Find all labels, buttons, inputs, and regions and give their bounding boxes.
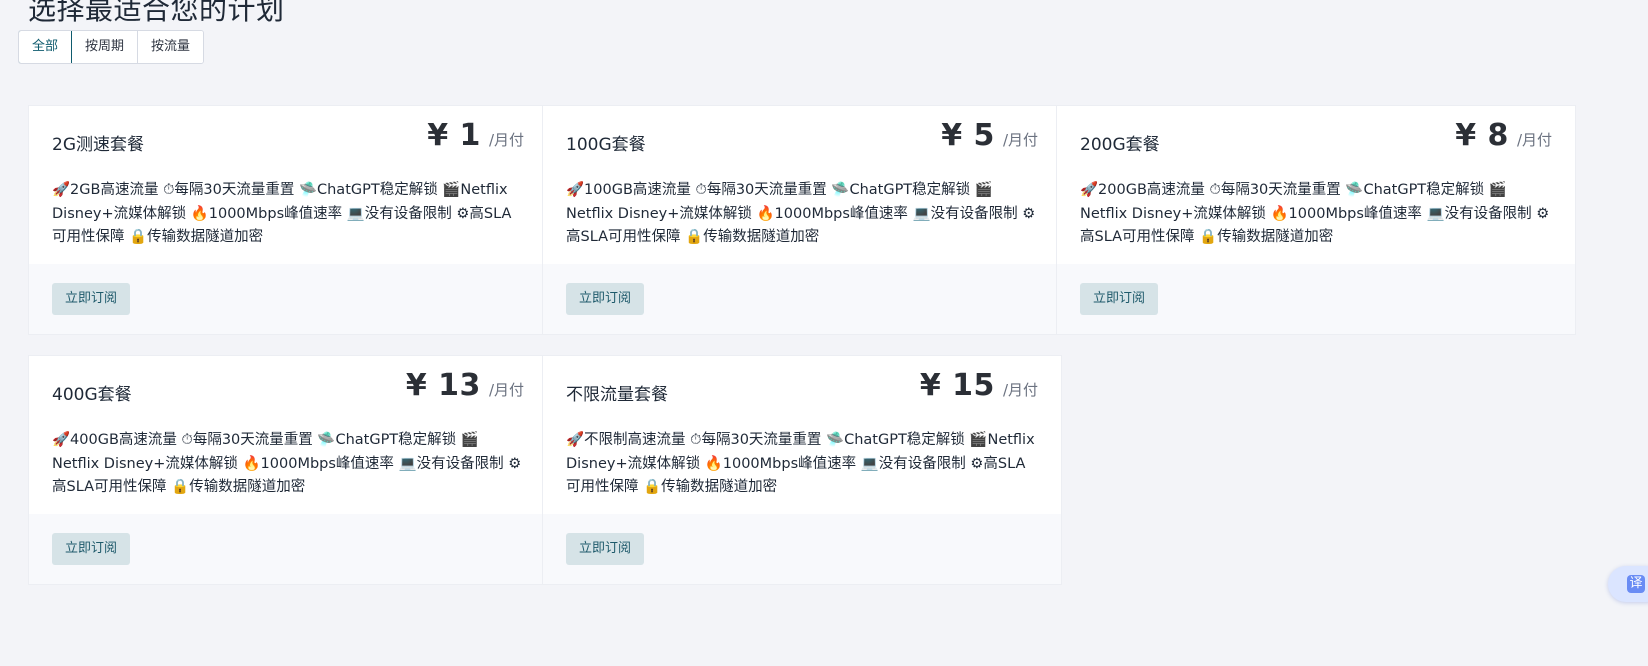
- page-title: 选择最适合您的计划: [28, 0, 285, 26]
- translate-icon: 译: [1627, 575, 1645, 593]
- plan-features: 🚀2GB高速流量 ⏱每隔30天流量重置 🛸ChatGPT稳定解锁 🎬Netfli…: [52, 182, 512, 245]
- plan-filter-tabs: 全部 按周期 按流量: [18, 30, 205, 64]
- plan-card-footer: 立即订阅: [543, 514, 1061, 584]
- subscribe-button[interactable]: 立即订阅: [1080, 283, 1159, 315]
- price-amount: ¥ 8: [1455, 118, 1509, 153]
- price-period: /月付: [1002, 381, 1038, 399]
- subscribe-button[interactable]: 立即订阅: [566, 283, 645, 315]
- translate-button[interactable]: 译: [1608, 566, 1648, 602]
- plan-card-body: 2G测速套餐 ¥ 1 /月付 🚀2GB高速流量 ⏱每隔30天流量重置 🛸Chat…: [29, 106, 547, 266]
- plan-card-footer: 立即订阅: [543, 264, 1061, 334]
- price-amount: ¥ 15: [919, 368, 995, 403]
- plan-name: 200G套餐: [1080, 135, 1160, 155]
- plan-card-body: 400G套餐 ¥ 13 /月付 🚀400GB高速流量 ⏱每隔30天流量重置 🛸C…: [29, 356, 547, 516]
- subscribe-button[interactable]: 立即订阅: [52, 283, 131, 315]
- plan-name: 不限流量套餐: [566, 385, 668, 405]
- plan-card-body: 不限流量套餐 ¥ 15 /月付 🚀不限制高速流量 ⏱每隔30天流量重置 🛸Cha…: [543, 356, 1061, 516]
- plan-card-footer: 立即订阅: [1057, 264, 1575, 334]
- tab-by-traffic[interactable]: 按流量: [138, 31, 204, 63]
- plan-card-footer: 立即订阅: [29, 264, 547, 334]
- plan-card-body: 100G套餐 ¥ 5 /月付 🚀100GB高速流量 ⏱每隔30天流量重置 🛸Ch…: [543, 106, 1061, 266]
- tab-by-period[interactable]: 按周期: [72, 31, 139, 63]
- price-period: /月付: [488, 131, 524, 149]
- plan-card-footer: 立即订阅: [29, 514, 547, 584]
- plan-price: ¥ 1 /月付: [427, 118, 524, 153]
- plan-card-100g: 100G套餐 ¥ 5 /月付 🚀100GB高速流量 ⏱每隔30天流量重置 🛸Ch…: [542, 105, 1062, 335]
- price-amount: ¥ 5: [941, 118, 995, 153]
- plan-card-200g: 200G套餐 ¥ 8 /月付 🚀200GB高速流量 ⏱每隔30天流量重置 🛸Ch…: [1056, 105, 1576, 335]
- plan-name: 100G套餐: [566, 135, 646, 155]
- plan-card-2g: 2G测速套餐 ¥ 1 /月付 🚀2GB高速流量 ⏱每隔30天流量重置 🛸Chat…: [28, 105, 548, 335]
- plan-features: 🚀不限制高速流量 ⏱每隔30天流量重置 🛸ChatGPT稳定解锁 🎬Netfli…: [566, 432, 1035, 495]
- price-amount: ¥ 13: [405, 368, 481, 403]
- subscribe-button[interactable]: 立即订阅: [52, 533, 131, 565]
- plan-price: ¥ 13 /月付: [406, 368, 524, 403]
- plan-price: ¥ 15 /月付: [920, 368, 1038, 403]
- price-period: /月付: [488, 381, 524, 399]
- plan-name: 2G测速套餐: [52, 135, 144, 155]
- tab-all[interactable]: 全部: [19, 31, 73, 63]
- price-amount: ¥ 1: [427, 118, 481, 153]
- plan-features: 🚀100GB高速流量 ⏱每隔30天流量重置 🛸ChatGPT稳定解锁 🎬Netf…: [566, 182, 1036, 245]
- price-period: /月付: [1002, 131, 1038, 149]
- subscribe-button[interactable]: 立即订阅: [566, 533, 645, 565]
- plan-price: ¥ 5 /月付: [941, 118, 1038, 153]
- plan-features: 🚀400GB高速流量 ⏱每隔30天流量重置 🛸ChatGPT稳定解锁 🎬Netf…: [52, 432, 522, 495]
- price-period: /月付: [1516, 131, 1552, 149]
- plan-card-body: 200G套餐 ¥ 8 /月付 🚀200GB高速流量 ⏱每隔30天流量重置 🛸Ch…: [1057, 106, 1575, 266]
- plan-card-unlimited: 不限流量套餐 ¥ 15 /月付 🚀不限制高速流量 ⏱每隔30天流量重置 🛸Cha…: [542, 355, 1062, 585]
- plan-card-400g: 400G套餐 ¥ 13 /月付 🚀400GB高速流量 ⏱每隔30天流量重置 🛸C…: [28, 355, 548, 585]
- plan-features: 🚀200GB高速流量 ⏱每隔30天流量重置 🛸ChatGPT稳定解锁 🎬Netf…: [1080, 182, 1550, 245]
- plan-name: 400G套餐: [52, 385, 132, 405]
- plan-price: ¥ 8 /月付: [1455, 118, 1552, 153]
